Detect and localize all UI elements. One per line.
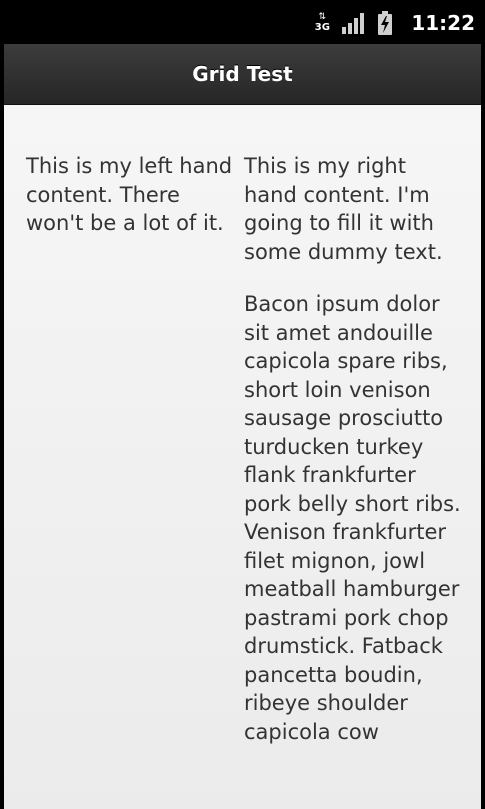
left-column-text: This is my left hand content. There won'… [26,154,233,235]
header-bar: Grid Test [4,44,481,105]
app-window: Grid Test This is my left hand content. … [4,44,481,809]
status-bar: ⇅ 3G 11:22 [0,0,485,44]
right-column-paragraph: Bacon ipsum dolor sit amet andouille cap… [244,292,461,744]
network-label: 3G [314,22,330,33]
page-title: Grid Test [192,62,293,86]
status-icons: ⇅ 3G 11:22 [313,10,475,36]
battery-charging-icon [378,11,393,35]
clock: 11:22 [411,11,475,35]
left-column: This is my left hand content. There won'… [26,152,238,238]
right-column: This is my right hand content. I'm going… [244,152,464,770]
data-arrows-icon: ⇅ [318,12,327,22]
network-3g-icon: ⇅ 3G [313,11,331,35]
signal-strength-icon [342,13,365,34]
right-column-paragraph: This is my right hand content. I'm going… [244,154,443,264]
